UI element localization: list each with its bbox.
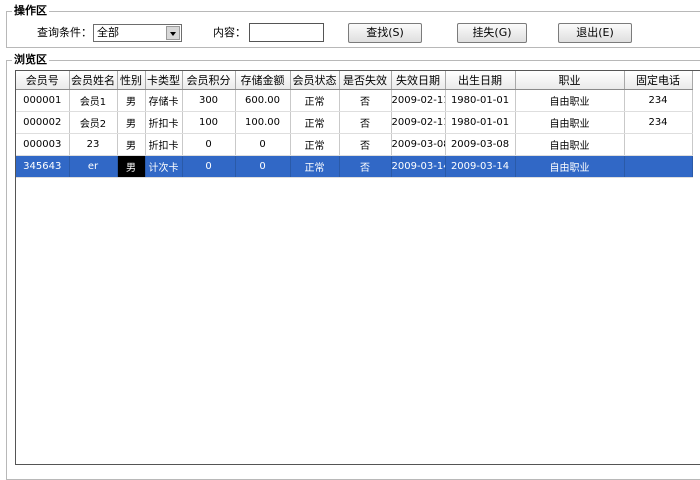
table-cell[interactable]: 男 bbox=[117, 133, 146, 156]
table-cell[interactable]: 100.00 bbox=[235, 111, 291, 134]
table-cell[interactable]: 0 bbox=[235, 133, 291, 156]
table-cell[interactable]: 会员2 bbox=[69, 111, 118, 134]
content-input[interactable] bbox=[249, 23, 324, 42]
table-cell[interactable]: 自由职业 bbox=[515, 155, 625, 178]
table-cell[interactable]: 2009-03-08 bbox=[445, 133, 516, 156]
table-cell[interactable]: 2009-03-14 bbox=[391, 155, 446, 178]
table-cell[interactable]: 自由职业 bbox=[515, 111, 625, 134]
table-cell[interactable]: 2009-03-08 bbox=[391, 133, 446, 156]
column-header[interactable]: 会员号 bbox=[16, 71, 70, 90]
exit-button[interactable]: 退出(E) bbox=[558, 23, 632, 43]
table-cell[interactable]: 2009-03-14 bbox=[445, 155, 516, 178]
table-header-row: 会员号 会员姓名 性别 卡类型 会员积分 存储金额 会员状态 是否失效 失效日期 出生日期 职业 固定… bbox=[16, 71, 693, 90]
table-cell[interactable]: 345643 bbox=[16, 155, 70, 178]
table-cell[interactable]: 会员1 bbox=[69, 89, 118, 112]
table-cell[interactable]: 正常 bbox=[290, 89, 340, 112]
table-cell[interactable]: 男 bbox=[117, 111, 146, 134]
table-cell[interactable]: 正常 bbox=[290, 133, 340, 156]
table-cell[interactable]: 234 bbox=[624, 111, 693, 134]
table-cell[interactable]: 600.00 bbox=[235, 89, 291, 112]
search-button[interactable]: 查找(S) bbox=[348, 23, 422, 43]
table-cell[interactable]: 0 bbox=[182, 133, 236, 156]
table-cell[interactable]: 男 bbox=[117, 155, 146, 178]
table-cell[interactable]: 0 bbox=[182, 155, 236, 178]
table-cell[interactable]: 折扣卡 bbox=[145, 133, 183, 156]
condition-select[interactable]: 全部 bbox=[93, 24, 182, 42]
table-cell[interactable]: 自由职业 bbox=[515, 133, 625, 156]
table-cell[interactable]: 100 bbox=[182, 111, 236, 134]
table-row[interactable]: 000003 23 男折扣卡 0 0 正常否 2009-03-08 2009-03-08 自由职… bbox=[16, 133, 693, 156]
table-cell[interactable]: 存储卡 bbox=[145, 89, 183, 112]
table-cell[interactable]: 正常 bbox=[290, 111, 340, 134]
table-cell[interactable]: 正常 bbox=[290, 155, 340, 178]
chevron-down-icon[interactable] bbox=[166, 26, 180, 40]
table-cell[interactable]: 234 bbox=[624, 89, 693, 112]
table-cell[interactable]: 300 bbox=[182, 89, 236, 112]
table-cell[interactable]: 男 bbox=[117, 89, 146, 112]
table-cell[interactable]: 否 bbox=[339, 133, 392, 156]
table-cell[interactable]: 0 bbox=[235, 155, 291, 178]
table-cell[interactable]: 1980-01-01 bbox=[445, 89, 516, 112]
table-cell[interactable]: 折扣卡 bbox=[145, 111, 183, 134]
table-row[interactable]: 345643 er 男计次卡 0 0 正常否 2009-03-14 2009-03-14 自由职… bbox=[16, 155, 693, 178]
condition-select-value: 全部 bbox=[97, 26, 119, 39]
table-cell[interactable] bbox=[624, 133, 693, 156]
operation-area-title: 操作区 bbox=[12, 4, 49, 17]
table-row[interactable]: 000001 会员1 男存储卡 300 600.00 正常否 2009-02-11 1980-… bbox=[16, 89, 693, 112]
table-cell[interactable]: er bbox=[69, 155, 118, 178]
table-cell[interactable]: 000001 bbox=[16, 89, 70, 112]
report-lost-button[interactable]: 挂失(G) bbox=[457, 23, 527, 43]
condition-label: 查询条件： bbox=[37, 26, 92, 39]
column-header[interactable]: 失效日期 bbox=[391, 71, 446, 90]
table-cell[interactable]: 1980-01-01 bbox=[445, 111, 516, 134]
column-header[interactable]: 性别 bbox=[117, 71, 146, 90]
column-header[interactable]: 存储金额 bbox=[235, 71, 291, 90]
table-cell[interactable]: 000002 bbox=[16, 111, 70, 134]
table-cell[interactable]: 否 bbox=[339, 89, 392, 112]
member-grid[interactable]: 会员号 会员姓名 性别 卡类型 会员积分 存储金额 会员状态 是否失效 失效日期 出生日期 职业 固定… bbox=[15, 70, 700, 465]
column-header[interactable]: 固定电话 bbox=[624, 71, 693, 90]
column-header[interactable]: 职业 bbox=[515, 71, 625, 90]
table-cell[interactable]: 000003 bbox=[16, 133, 70, 156]
table-cell[interactable] bbox=[624, 155, 693, 178]
column-header[interactable]: 出生日期 bbox=[445, 71, 516, 90]
table-cell[interactable]: 否 bbox=[339, 111, 392, 134]
column-header[interactable]: 会员积分 bbox=[182, 71, 236, 90]
browse-area-title: 浏览区 bbox=[12, 53, 49, 66]
column-header[interactable]: 会员状态 bbox=[290, 71, 340, 90]
member-table: 会员号 会员姓名 性别 卡类型 会员积分 存储金额 会员状态 是否失效 失效日期 出生日期 职业 固定… bbox=[16, 71, 693, 178]
table-cell[interactable]: 否 bbox=[339, 155, 392, 178]
table-row[interactable]: 000002 会员2 男折扣卡 100 100.00 正常否 2009-02-11 1980-… bbox=[16, 111, 693, 134]
column-header[interactable]: 是否失效 bbox=[339, 71, 392, 90]
table-cell[interactable]: 2009-02-11 bbox=[391, 89, 446, 112]
table-cell[interactable]: 计次卡 bbox=[145, 155, 183, 178]
column-header[interactable]: 卡类型 bbox=[145, 71, 183, 90]
content-label: 内容： bbox=[213, 26, 246, 39]
table-cell[interactable]: 自由职业 bbox=[515, 89, 625, 112]
table-cell[interactable]: 23 bbox=[69, 133, 118, 156]
column-header[interactable]: 会员姓名 bbox=[69, 71, 118, 90]
table-cell[interactable]: 2009-02-11 bbox=[391, 111, 446, 134]
